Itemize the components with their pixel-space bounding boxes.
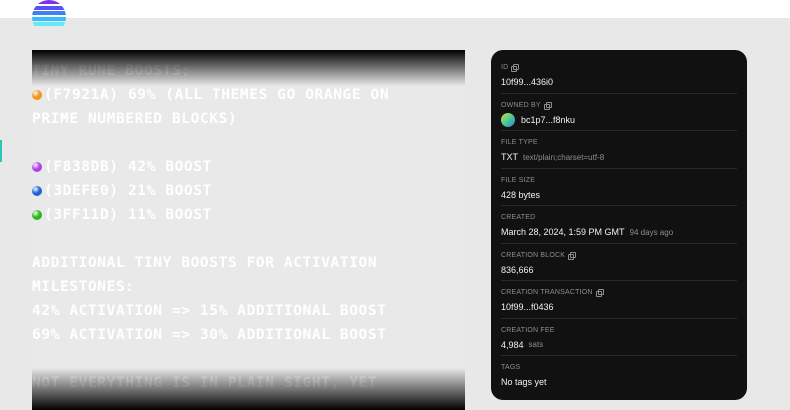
creation-block-value[interactable]: 836,666 bbox=[501, 265, 737, 275]
tags-label: TAGS bbox=[501, 364, 521, 371]
preview-line-text: 42% ACTIVATION => 15% ADDITIONAL BOOST bbox=[32, 303, 387, 319]
created-value: March 28, 2024, 1:59 PM GMT 94 days ago bbox=[501, 227, 674, 237]
fee-unit: sats bbox=[528, 340, 544, 349]
details-panel: ID 10f99...436i0 OWNED BY bc1p7...f8nku … bbox=[491, 50, 747, 400]
preview-blank-line bbox=[32, 347, 465, 371]
preview-line-text: (F7921A) 69% (ALL THEMES GO ORANGE ON bbox=[44, 87, 390, 103]
creation-fee-row: CREATION FEE 4,984 sats bbox=[501, 319, 737, 356]
copy-icon[interactable] bbox=[543, 101, 552, 110]
owner-value[interactable]: bc1p7...f8nku bbox=[501, 112, 737, 127]
avatar bbox=[501, 112, 515, 127]
file-type-label: FILE TYPE bbox=[501, 139, 538, 146]
preview-line-text: 69% ACTIVATION => 30% ADDITIONAL BOOST bbox=[32, 327, 387, 343]
tags-row: TAGS No tags yet bbox=[501, 356, 737, 394]
creation-tx-row: CREATION TRANSACTION 10f99...f0436 bbox=[501, 281, 737, 319]
preview-line: MILESTONES: bbox=[32, 275, 465, 299]
id-value: 10f99...436i0 bbox=[501, 77, 554, 87]
creation-tx-label: CREATION TRANSACTION bbox=[501, 288, 737, 297]
preview-line-text: (F838DB) 42% BOOST bbox=[44, 159, 212, 175]
preview-line-text: NOT EVERYTHING IS IN PLAIN SIGHT, YET bbox=[32, 375, 378, 391]
created-label: CREATED bbox=[501, 214, 536, 221]
created-relative: 94 days ago bbox=[629, 227, 674, 237]
preview-line-text: PRIME NUMBERED BLOCKS) bbox=[32, 111, 238, 127]
preview-line: (F838DB) 42% BOOST bbox=[32, 155, 465, 179]
striped-circle-logo-icon[interactable] bbox=[32, 0, 66, 34]
copy-icon[interactable] bbox=[595, 289, 604, 297]
logo-stripe bbox=[32, 11, 66, 15]
creation-fee-value: 4,984 sats bbox=[501, 339, 544, 350]
file-size-value: 428 bytes bbox=[501, 189, 541, 200]
id-row: ID 10f99...436i0 bbox=[501, 56, 737, 94]
creation-tx-value[interactable]: 10f99...f0436 bbox=[501, 302, 737, 312]
mime-type: text/plain;charset=utf-8 bbox=[523, 152, 605, 162]
color-dot-icon bbox=[32, 186, 42, 196]
copy-icon[interactable] bbox=[511, 64, 520, 72]
logo-stripe bbox=[32, 22, 66, 26]
preview-text: TINY RUNE BOOSTS: (F7921A) 69% (ALL THEME… bbox=[32, 59, 465, 395]
preview-line: (3FF11D) 11% BOOST bbox=[32, 203, 465, 227]
logo-stripe bbox=[32, 16, 66, 21]
preview-line-text: TINY RUNE BOOSTS: bbox=[32, 63, 191, 79]
copy-icon[interactable] bbox=[568, 251, 577, 260]
creation-block-label: CREATION BLOCK bbox=[501, 251, 737, 260]
preview-line-text: (3DEFE0) 21% BOOST bbox=[44, 183, 212, 199]
preview-line: ADDITIONAL TINY BOOSTS FOR ACTIVATION bbox=[32, 251, 465, 275]
created-row: CREATED March 28, 2024, 1:59 PM GMT 94 da… bbox=[501, 206, 737, 244]
logo-stripe bbox=[32, 5, 66, 10]
owner-label: OWNED BY bbox=[501, 101, 737, 110]
color-dot-icon bbox=[32, 162, 42, 172]
tags-value: No tags yet bbox=[501, 377, 547, 387]
preview-line: (3DEFE0) 21% BOOST bbox=[32, 179, 465, 203]
side-indicator bbox=[0, 140, 2, 162]
file-size-row: FILE SIZE 428 bytes bbox=[501, 169, 737, 206]
file-type-row: FILE TYPE TXT text/plain;charset=utf-8 bbox=[501, 131, 737, 169]
preview-blank-line bbox=[32, 131, 465, 155]
preview-line-text: (3FF11D) 11% BOOST bbox=[44, 207, 212, 223]
preview-line: (F7921A) 69% (ALL THEMES GO ORANGE ON bbox=[32, 83, 465, 107]
creation-block-row: CREATION BLOCK 836,666 bbox=[501, 244, 737, 281]
preview-line: 42% ACTIVATION => 15% ADDITIONAL BOOST bbox=[32, 299, 465, 323]
preview-line: TINY RUNE BOOSTS: bbox=[32, 59, 465, 83]
preview-line: PRIME NUMBERED BLOCKS) bbox=[32, 107, 465, 131]
preview-blank-line bbox=[32, 227, 465, 251]
file-size-label: FILE SIZE bbox=[501, 176, 536, 184]
top-bar bbox=[0, 0, 790, 18]
id-label: ID bbox=[501, 63, 737, 72]
color-dot-icon bbox=[32, 90, 42, 100]
preview-line-text: MILESTONES: bbox=[32, 279, 135, 295]
preview-line: NOT EVERYTHING IS IN PLAIN SIGHT, YET bbox=[32, 371, 465, 395]
preview-line: 69% ACTIVATION => 30% ADDITIONAL BOOST bbox=[32, 323, 465, 347]
color-dot-icon bbox=[32, 210, 42, 220]
inscription-preview: TINY RUNE BOOSTS: (F7921A) 69% (ALL THEME… bbox=[32, 50, 465, 410]
file-type-value: TXT text/plain;charset=utf-8 bbox=[501, 152, 605, 162]
creation-fee-label: CREATION FEE bbox=[501, 326, 555, 334]
owner-row: OWNED BY bc1p7...f8nku bbox=[501, 94, 737, 131]
preview-line-text: ADDITIONAL TINY BOOSTS FOR ACTIVATION bbox=[32, 255, 378, 271]
